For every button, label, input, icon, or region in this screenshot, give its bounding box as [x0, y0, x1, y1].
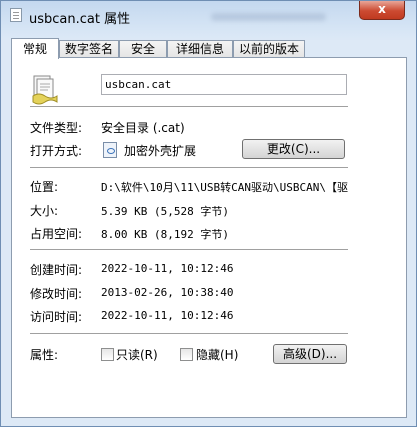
hidden-checkbox[interactable] — [180, 348, 193, 361]
separator — [30, 249, 348, 250]
window-title: usbcan.cat 属性 — [29, 12, 131, 27]
opens-with-label: 打开方式: — [30, 144, 83, 158]
tab-general[interactable]: 常规 — [11, 38, 59, 59]
size-label: 大小: — [30, 204, 59, 218]
title-bar[interactable]: usbcan.cat 属性 x — [1, 1, 417, 31]
modified-value: 2013-02-26, 10:38:40 — [101, 286, 234, 299]
advanced-button[interactable]: 高级(D)... — [273, 344, 347, 364]
properties-window: usbcan.cat 属性 x 常规 数字签名 安全 详细信息 以前的版本 us… — [0, 0, 417, 427]
title-blur-area — [211, 13, 326, 21]
created-value: 2022-10-11, 10:12:46 — [101, 262, 234, 275]
catalog-file-icon — [32, 75, 58, 105]
file-type-value: 安全目录 (.cat) — [101, 121, 185, 135]
separator — [30, 333, 348, 334]
file-name-field[interactable]: usbcan.cat — [101, 74, 347, 95]
document-icon — [10, 8, 22, 22]
disk-size-value: 8.00 KB (8,192 字节) — [101, 228, 229, 241]
tab-previous-versions[interactable]: 以前的版本 — [233, 40, 305, 58]
hidden-label[interactable]: 隐藏(H) — [196, 346, 238, 363]
accessed-label: 访问时间: — [30, 310, 83, 324]
modified-label: 修改时间: — [30, 287, 83, 301]
file-type-label: 文件类型: — [30, 121, 83, 135]
tab-details[interactable]: 详细信息 — [167, 40, 233, 58]
close-button[interactable]: x — [359, 1, 405, 20]
opens-with-value: 加密外壳扩展 — [124, 144, 197, 158]
size-value: 5.39 KB (5,528 字节) — [101, 205, 229, 218]
accessed-value: 2022-10-11, 10:12:46 — [101, 309, 234, 322]
separator — [30, 167, 348, 168]
disk-size-label: 占用空间: — [30, 227, 83, 241]
location-value[interactable]: D:\软件\10月\11\USB转CAN驱动\USBCAN\【驱动 — [101, 179, 348, 195]
tab-security[interactable]: 安全 — [119, 40, 167, 58]
separator — [30, 106, 348, 107]
created-label: 创建时间: — [30, 263, 83, 277]
location-label: 位置: — [30, 180, 59, 194]
change-button[interactable]: 更改(C)... — [242, 139, 345, 159]
tab-digital-signatures[interactable]: 数字签名 — [59, 40, 119, 58]
general-panel: usbcan.cat 文件类型: 安全目录 (.cat) 打开方式: 加密外壳扩… — [11, 57, 407, 418]
attributes-label: 属性: — [30, 348, 59, 362]
shell-extension-icon — [103, 142, 117, 158]
readonly-checkbox[interactable] — [101, 348, 114, 361]
readonly-label[interactable]: 只读(R) — [116, 346, 158, 363]
